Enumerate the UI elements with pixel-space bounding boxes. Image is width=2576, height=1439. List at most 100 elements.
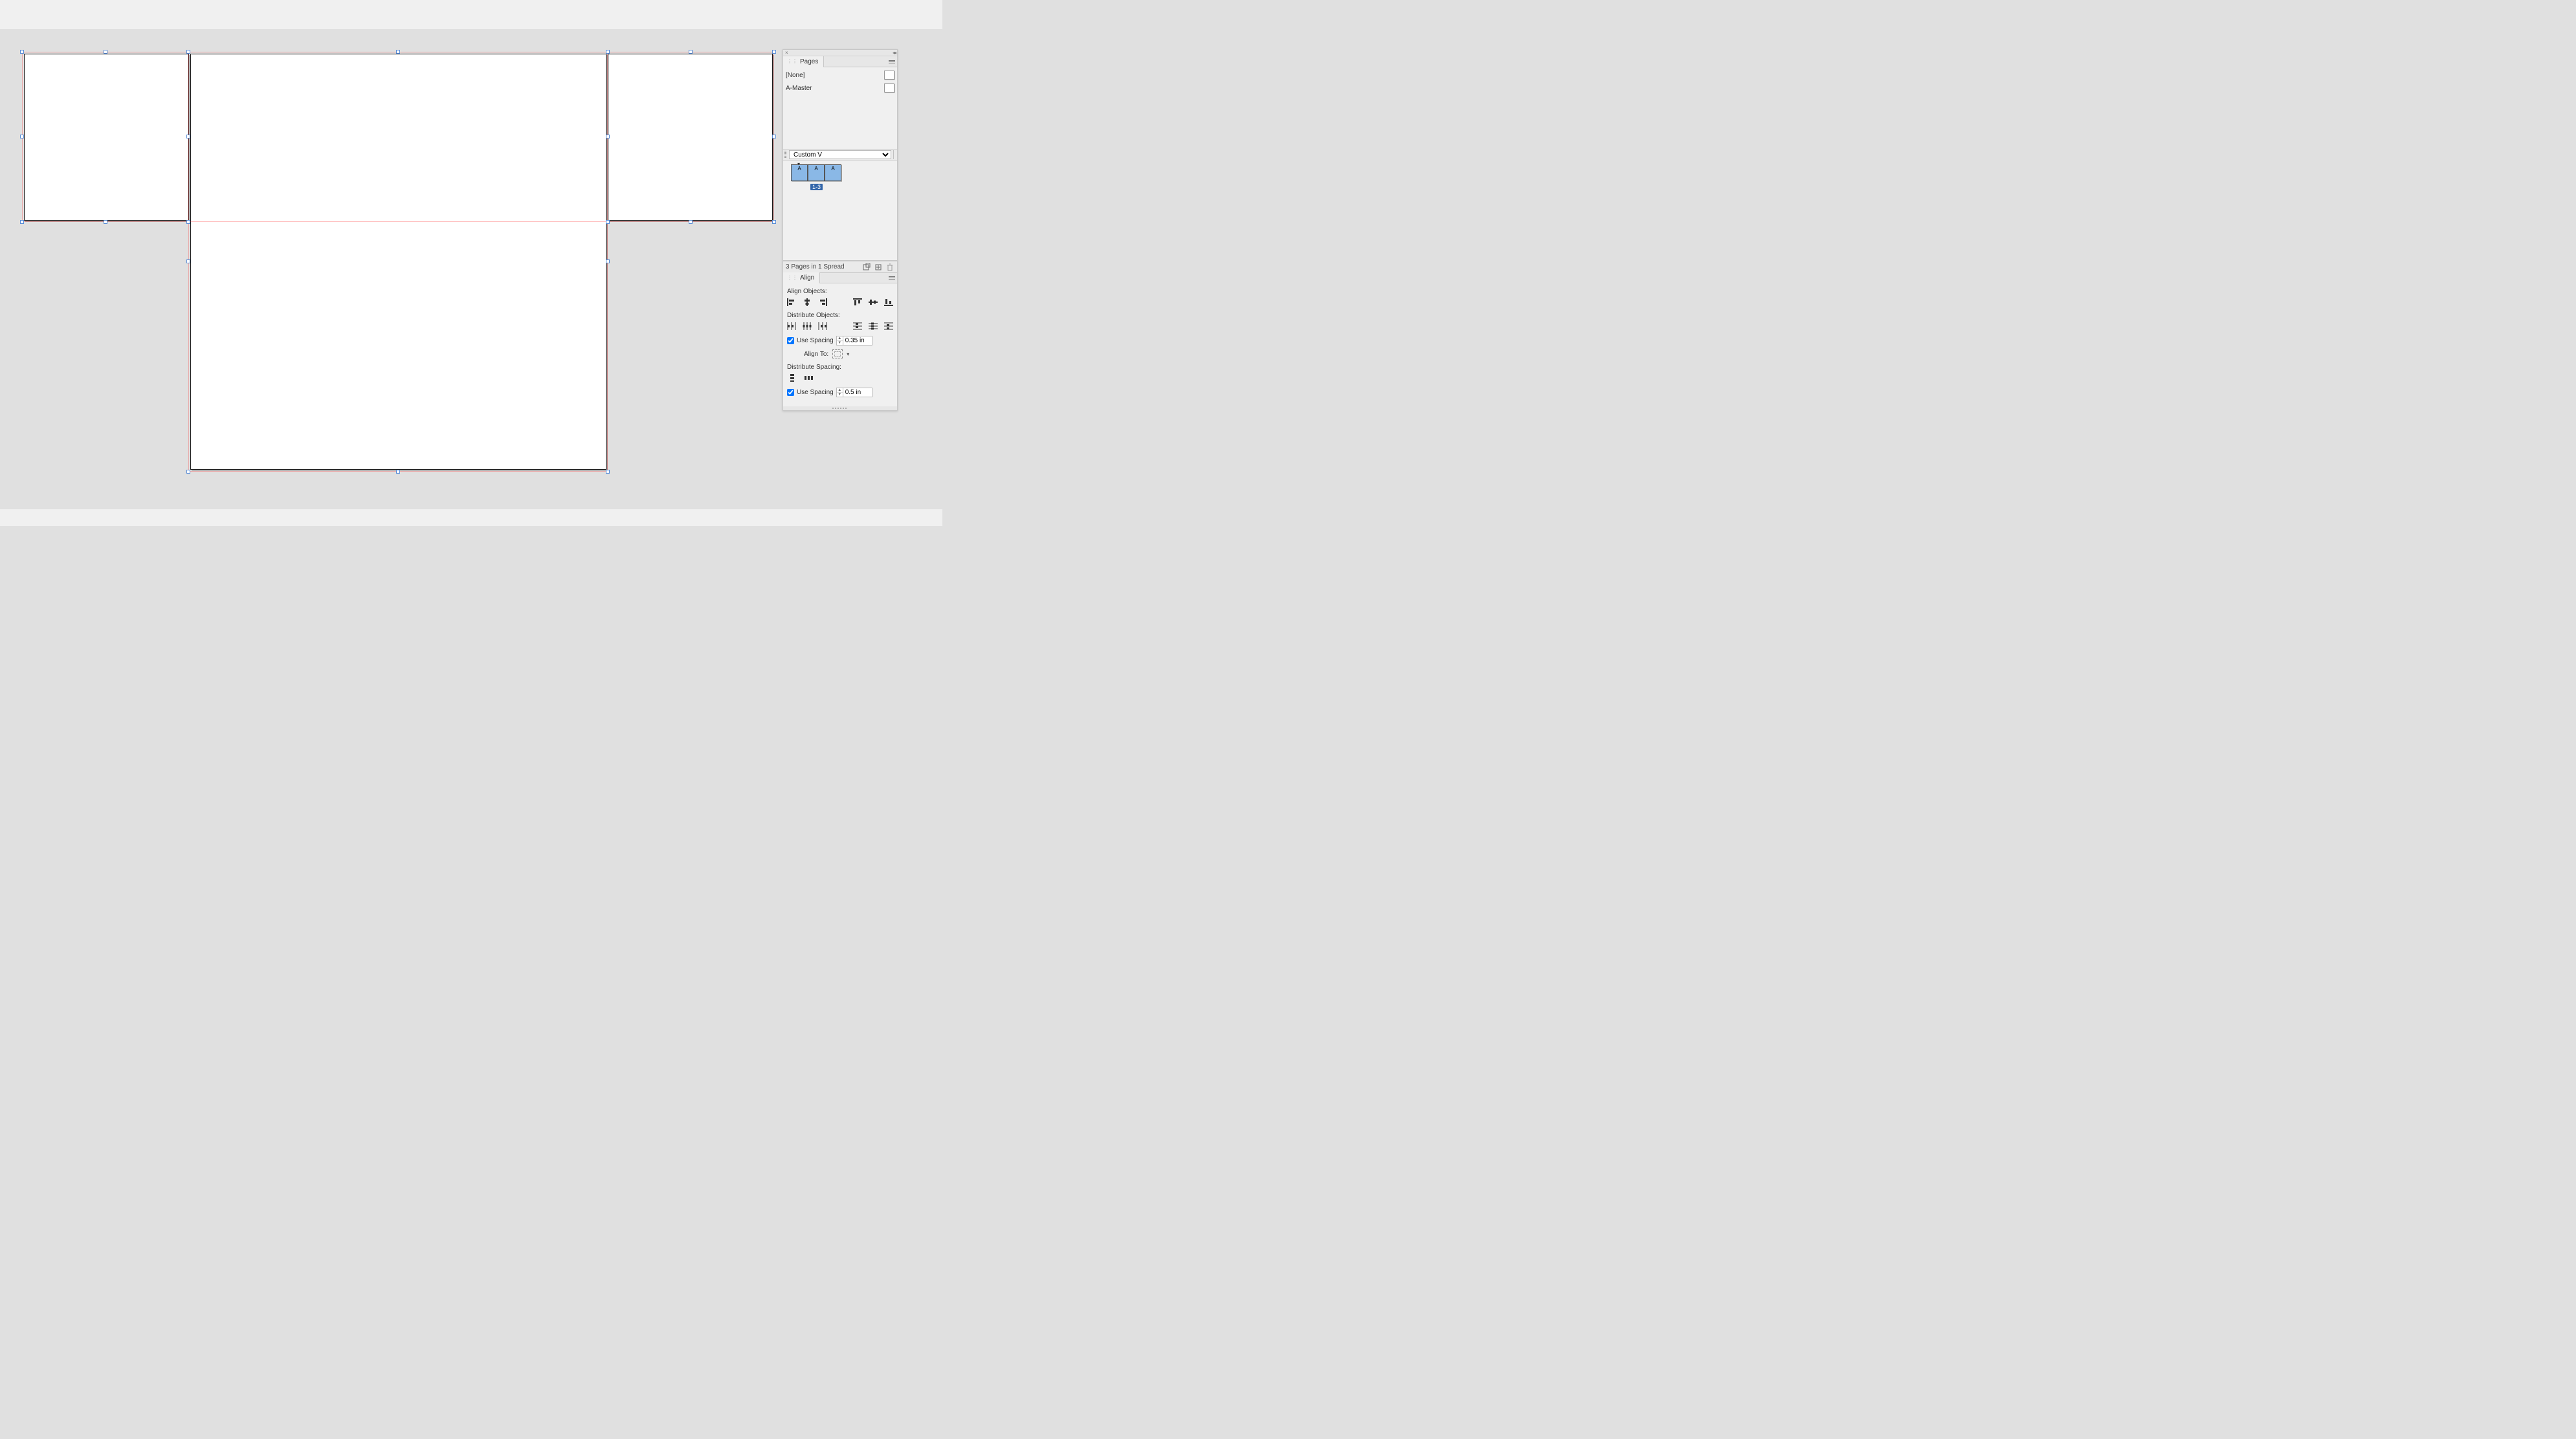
distribute-hspacing-icon[interactable]	[804, 373, 814, 382]
splitter-grip-icon[interactable]	[784, 151, 786, 159]
selection-handle[interactable]	[186, 470, 190, 474]
selection-handle[interactable]	[772, 50, 776, 54]
align-to-target-icon[interactable]	[832, 349, 843, 358]
panel-menu-icon[interactable]	[887, 276, 897, 280]
stepper-up-icon[interactable]: ▲	[837, 336, 843, 341]
distribute-spacing-row	[787, 373, 893, 382]
master-thumb	[884, 83, 894, 93]
page-frame-left[interactable]	[24, 54, 189, 221]
trash-icon[interactable]	[885, 263, 894, 272]
spread-thumbnails[interactable]: A A A	[791, 164, 841, 181]
chevron-down-icon[interactable]: ▾	[847, 351, 849, 357]
use-spacing-label: Use Spacing	[797, 389, 834, 396]
selection-handle[interactable]	[20, 220, 24, 224]
edit-page-size-icon[interactable]	[862, 263, 871, 272]
master-pages-list: [None] A-Master	[783, 67, 897, 96]
align-tab-row: ⋮⋮ Align	[783, 272, 897, 283]
panel-resize-grip[interactable]	[783, 406, 897, 410]
document-canvas[interactable]	[22, 52, 774, 472]
selection-handle[interactable]	[20, 135, 24, 138]
distribute-right-icon[interactable]	[818, 322, 827, 331]
use-spacing-row-1: Use Spacing ▲▼	[787, 336, 893, 346]
master-none-label: [None]	[786, 72, 884, 79]
selection-handle[interactable]	[396, 50, 400, 54]
align-to-row: Align To: ▾	[787, 349, 893, 358]
distribute-vcenter-icon[interactable]	[869, 322, 878, 331]
pages-view-dropdown[interactable]: Custom V	[789, 150, 891, 159]
page-frame-right[interactable]	[608, 54, 773, 221]
selection-handle[interactable]	[186, 259, 190, 263]
selection-handle[interactable]	[186, 220, 190, 224]
spread-thumbnail-area[interactable]: ▾ A A A 1-3	[783, 160, 897, 261]
close-icon[interactable]: ×	[785, 50, 788, 56]
selection-handle[interactable]	[104, 220, 107, 224]
top-toolbar-strip	[0, 0, 942, 29]
collapse-icon[interactable]: ◂◂	[893, 50, 895, 56]
page-thumb-3[interactable]: A	[825, 164, 841, 181]
page-frame-center[interactable]	[190, 54, 606, 470]
distribute-objects-row	[787, 322, 893, 331]
master-a-row[interactable]: A-Master	[786, 82, 894, 94]
master-spacer	[783, 96, 897, 149]
spacing-stepper-2[interactable]: ▲▼	[836, 388, 872, 397]
selection-handle[interactable]	[606, 135, 610, 138]
selection-outline	[22, 52, 774, 222]
selection-handle[interactable]	[396, 470, 400, 474]
master-thumb	[884, 71, 894, 80]
master-none-row[interactable]: [None]	[786, 69, 894, 82]
pages-tab-row: ⋮⋮ Pages	[783, 56, 897, 67]
distribute-objects-label: Distribute Objects:	[787, 312, 893, 319]
align-bottom-icon[interactable]	[884, 298, 893, 307]
selection-handle[interactable]	[606, 470, 610, 474]
selection-handle[interactable]	[186, 50, 190, 54]
selection-handle[interactable]	[689, 50, 693, 54]
pages-view-control: Custom V	[783, 149, 897, 160]
tab-label: Align	[800, 274, 814, 281]
grip-icon: ⋮⋮	[787, 59, 797, 64]
selection-outline	[188, 52, 608, 472]
panel-menu-icon[interactable]	[887, 60, 897, 63]
selection-handle[interactable]	[20, 50, 24, 54]
distribute-bottom-icon[interactable]	[884, 322, 893, 331]
distribute-left-icon[interactable]	[787, 322, 796, 331]
align-panel-body: Align Objects: Distribute Objects:	[783, 283, 897, 406]
bottom-status-strip	[0, 509, 942, 526]
spacing-stepper-1[interactable]: ▲▼	[836, 336, 872, 346]
align-vcenter-icon[interactable]	[869, 298, 878, 307]
selection-handle[interactable]	[772, 220, 776, 224]
align-hcenter-icon[interactable]	[803, 298, 812, 307]
spacing-value-input[interactable]	[843, 336, 872, 345]
use-spacing-checkbox[interactable]	[787, 389, 794, 396]
page-thumb-1[interactable]: A	[791, 164, 808, 181]
page-thumb-2[interactable]: A	[808, 164, 825, 181]
selection-handle[interactable]	[606, 259, 610, 263]
use-spacing-checkbox[interactable]	[787, 337, 794, 344]
stepper-down-icon[interactable]: ▼	[837, 341, 843, 346]
align-right-icon[interactable]	[818, 298, 827, 307]
panel-dock-header: × ◂◂	[783, 50, 897, 56]
pages-status-text: 3 Pages in 1 Spread	[786, 263, 845, 270]
selection-handle[interactable]	[689, 220, 693, 224]
selection-handle[interactable]	[186, 135, 190, 138]
align-top-icon[interactable]	[853, 298, 862, 307]
master-a-label: A-Master	[786, 85, 884, 92]
tab-pages[interactable]: ⋮⋮ Pages	[783, 56, 824, 67]
tab-align[interactable]: ⋮⋮ Align	[783, 272, 820, 283]
distribute-top-icon[interactable]	[853, 322, 862, 331]
stepper-down-icon[interactable]: ▼	[837, 393, 843, 397]
distribute-vspacing-icon[interactable]	[787, 373, 797, 382]
spacing-value-input[interactable]	[843, 388, 872, 397]
spread-range-label: 1-3	[810, 184, 823, 190]
selection-handle[interactable]	[772, 135, 776, 138]
selection-handle[interactable]	[606, 220, 610, 224]
stepper-up-icon[interactable]: ▲	[837, 388, 843, 393]
distribute-hcenter-icon[interactable]	[803, 322, 812, 331]
grip-icon: ⋮⋮	[787, 276, 797, 281]
new-page-icon[interactable]	[874, 263, 883, 272]
selection-handle[interactable]	[104, 50, 107, 54]
distribute-spacing-label: Distribute Spacing:	[787, 364, 893, 371]
use-spacing-label: Use Spacing	[797, 337, 834, 344]
align-left-icon[interactable]	[787, 298, 796, 307]
selection-handle[interactable]	[606, 50, 610, 54]
pages-panel-footer: 3 Pages in 1 Spread	[783, 261, 897, 272]
